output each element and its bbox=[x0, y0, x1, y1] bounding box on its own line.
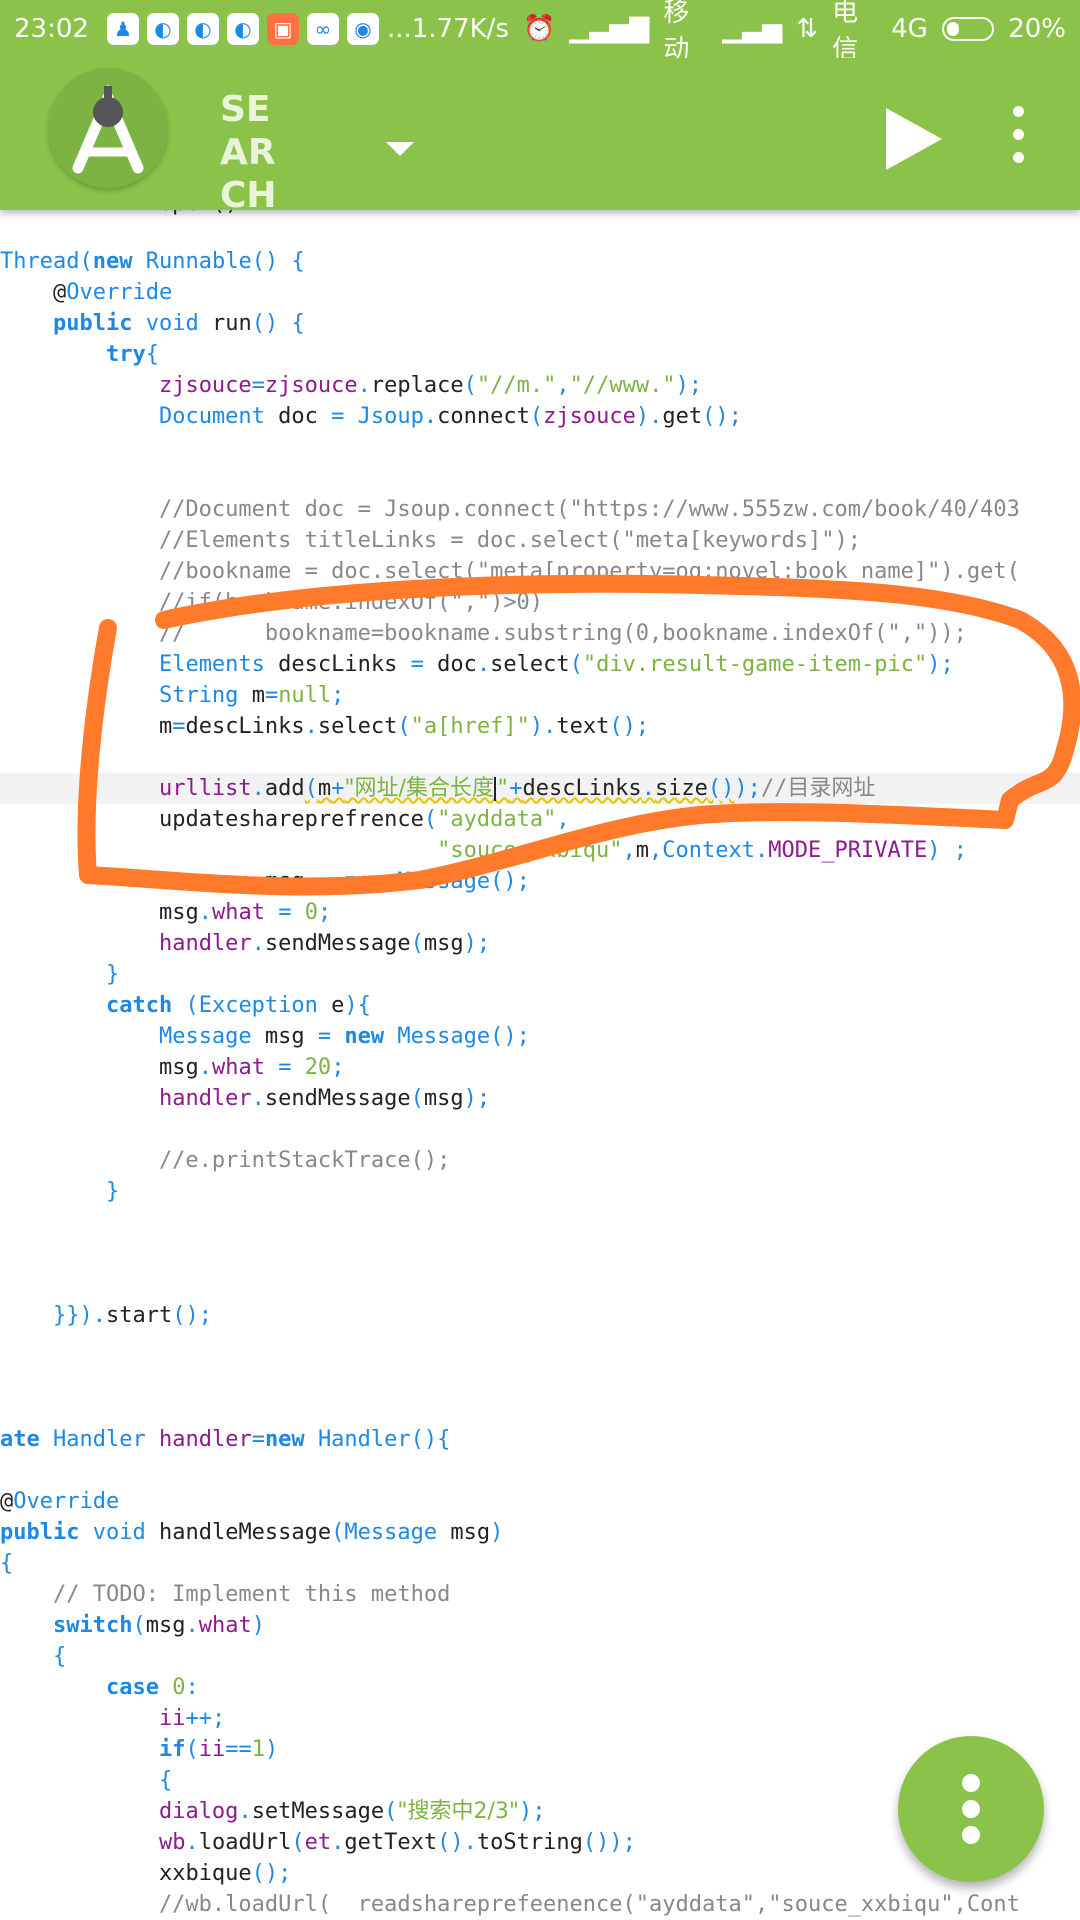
battery-icon bbox=[941, 17, 995, 41]
code-line: Thread(new Runnable() { bbox=[0, 249, 305, 274]
code-line-partial: open() bbox=[0, 210, 238, 219]
more-vert-icon[interactable] bbox=[898, 1736, 1044, 1882]
signal-icon: ▁▃▅▇ bbox=[569, 14, 650, 44]
code-line: wb.loadUrl(et.getText().toString()); bbox=[158, 1830, 636, 1855]
code-line: catch (Exception e){ bbox=[105, 993, 371, 1018]
play-icon[interactable] bbox=[878, 104, 948, 174]
app-icon: ◉ bbox=[346, 13, 379, 45]
code-editor[interactable]: open() Thread(new Runnable() { @Override… bbox=[0, 210, 1080, 1920]
code-line: if(ii==1) bbox=[158, 1737, 279, 1762]
shopping-app-icon: ▣ bbox=[266, 13, 299, 45]
code-line: Document doc = Jsoup.connect(zjsouce).ge… bbox=[158, 404, 742, 429]
app-toolbar: SEARCH bbox=[0, 58, 1080, 216]
code-comment: //if(bookname.indexOf(",")>0) bbox=[0, 590, 544, 615]
data-arrows-icon: ⇅ bbox=[796, 14, 819, 44]
code-comment: // bookname=bookname.substring(0,booknam… bbox=[0, 621, 967, 646]
code-line: "souce_xxbiqu",m,Context.MODE_PRIVATE) ; bbox=[437, 838, 967, 863]
code-line: { bbox=[52, 1644, 67, 1669]
glasses-icon: ∞ bbox=[306, 13, 339, 45]
code-line: }}).start(); bbox=[52, 1303, 212, 1328]
code-line: ate Handler handler=new Handler(){ bbox=[0, 1427, 451, 1452]
code-line: String m=null; bbox=[158, 683, 345, 708]
net-speed: 1.77K/s bbox=[411, 14, 509, 44]
code-comment: // TODO: Implement this method bbox=[0, 1582, 451, 1607]
dropdown-arrow-icon[interactable] bbox=[386, 142, 414, 156]
overflow-menu-icon[interactable] bbox=[1000, 106, 1036, 176]
code-line: dialog.setMessage("搜索中2/3"); bbox=[158, 1799, 546, 1824]
code-line: xxbique(); bbox=[158, 1861, 292, 1886]
code-line: handler.sendMessage(msg); bbox=[158, 931, 491, 956]
code-line: case 0: bbox=[105, 1675, 199, 1700]
code-line: switch(msg.what) bbox=[52, 1613, 265, 1638]
code-line: } bbox=[105, 1179, 120, 1204]
code-line: Elements descLinks = doc.select("div.res… bbox=[158, 652, 954, 677]
carrier-2: 电信 bbox=[832, 0, 859, 65]
code-line-current: urllist.add(m+"网址/集合长度"+descLinks.size()… bbox=[158, 776, 876, 801]
qq-icon: ♟ bbox=[106, 13, 139, 45]
code-comment: //wb.loadUrl( readshareprefeenence("aydd… bbox=[0, 1892, 1020, 1917]
code-line: @Override bbox=[0, 1489, 120, 1514]
code-line: updatesharepref​rence("ayddata", bbox=[158, 807, 570, 832]
code-line: msg.what = 20; bbox=[158, 1055, 345, 1080]
code-comment: //bookname = doc.select("meta[property=o… bbox=[0, 559, 1020, 584]
code-line: Message msg = new Message(); bbox=[158, 1024, 530, 1049]
network-type: 4G bbox=[891, 14, 928, 44]
code-comment: //Document doc = Jsoup.connect("https://… bbox=[0, 497, 1020, 522]
code-line: ii++; bbox=[158, 1706, 226, 1731]
toolbar-title[interactable]: SEARCH bbox=[220, 88, 280, 217]
status-right: 1.77K/s ⏰ ▁▃▅▇ 移动 ▁▃▅ ⇅ 电信 4G 20% bbox=[412, 0, 1066, 66]
carrier-1: 移动 bbox=[663, 0, 690, 65]
code-line: } bbox=[105, 962, 120, 987]
more-notifications: ... bbox=[386, 14, 412, 44]
code-line: msg.what = 0; bbox=[158, 900, 332, 925]
code-line: handler.sendMessage(msg); bbox=[158, 1086, 491, 1111]
code-comment: //Elements titleLinks = doc.select("meta… bbox=[0, 528, 861, 553]
battery-percent: 20% bbox=[1008, 14, 1066, 44]
code-comment: //e.printStackTrace(); bbox=[0, 1148, 451, 1173]
code-line: @Override bbox=[52, 280, 173, 305]
notification-icons: ♟ ◐ ◐ ◐ ▣ ∞ ◉ ... bbox=[106, 13, 412, 45]
alarm-icon: ⏰ bbox=[522, 14, 556, 44]
android-studio-logo bbox=[48, 68, 168, 188]
code-line: zjsouce=zjsouce.replace("//m.","//www.")… bbox=[158, 373, 703, 398]
browser-icon: ◐ bbox=[146, 13, 179, 45]
code-line: { bbox=[158, 1768, 173, 1793]
code-line: { bbox=[0, 1551, 14, 1576]
signal-icon-2: ▁▃▅ bbox=[722, 14, 783, 44]
status-bar: 23:02 ♟ ◐ ◐ ◐ ▣ ∞ ◉ ... 1.77K/s ⏰ ▁▃▅▇ 移… bbox=[0, 0, 1080, 65]
code-line: Message msg = new Message(); bbox=[158, 869, 530, 894]
browser-icon-3: ◐ bbox=[226, 13, 259, 45]
code-line: public void handleMessage(Message msg) bbox=[0, 1520, 504, 1545]
code-line: public void run() { bbox=[52, 311, 305, 336]
code-line: try{ bbox=[105, 342, 159, 367]
code-line: m=descLinks.select("a[href]").text(); bbox=[158, 714, 650, 739]
browser-icon-2: ◐ bbox=[186, 13, 219, 45]
clock: 23:02 bbox=[14, 14, 89, 44]
